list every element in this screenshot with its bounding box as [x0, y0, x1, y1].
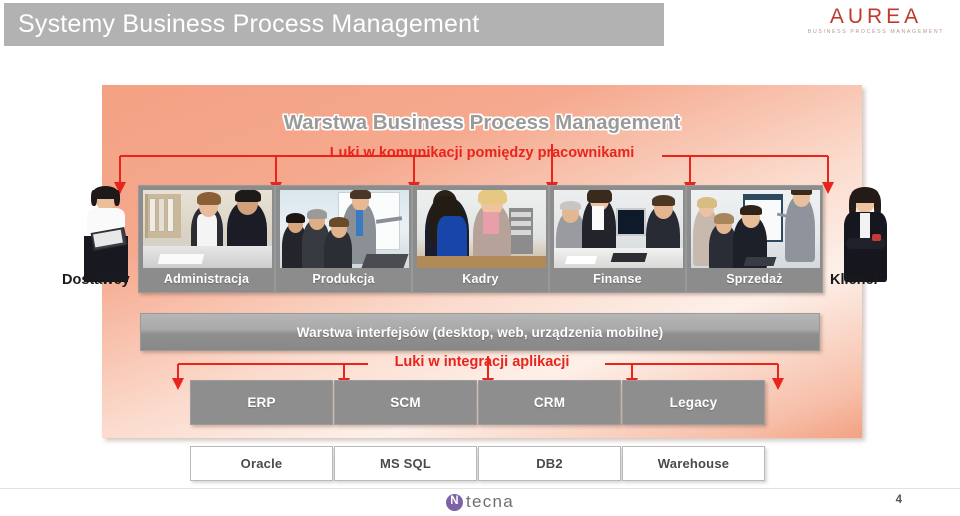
gap-integration-text: Luki w integracji aplikacji — [394, 354, 570, 370]
page-title: Systemy Business Process Management — [18, 10, 480, 38]
department-label: Sprzedaż — [726, 272, 783, 286]
page-number: 4 — [895, 494, 902, 506]
department-card-kadry[interactable]: Kadry — [412, 185, 549, 293]
database-box-warehouse[interactable]: Warehouse — [622, 446, 765, 481]
slide-title-bar: Systemy Business Process Management — [4, 3, 664, 46]
tecna-logo-text: tecna — [465, 492, 515, 511]
application-label: CRM — [533, 395, 566, 410]
gap-communication-text: Luki w komunikacji pomiędzy pracownikami — [323, 145, 641, 161]
database-label: Warehouse — [657, 456, 730, 471]
department-label: Administracja — [163, 272, 250, 286]
gap-communication-label: Luki w komunikacji pomiędzy pracownikami — [102, 145, 862, 161]
database-label: DB2 — [536, 456, 563, 471]
application-box-legacy[interactable]: Legacy — [622, 380, 765, 425]
aurea-logo-wordmark: AUREA — [829, 5, 923, 28]
application-label: SCM — [390, 395, 421, 410]
department-label: Finanse — [593, 272, 642, 286]
gap-integration-label: Luki w integracji aplikacji — [102, 354, 862, 370]
department-card-administracja[interactable]: Administracja — [138, 185, 275, 293]
interface-layer-bar[interactable]: Warstwa interfejsów (desktop, web, urząd… — [140, 313, 820, 351]
department-card-finanse[interactable]: Finanse — [549, 185, 686, 293]
application-box-crm[interactable]: CRM — [478, 380, 621, 425]
database-label: Oracle — [240, 456, 283, 471]
department-label: Kadry — [462, 272, 499, 286]
department-photo-kadry — [417, 190, 546, 268]
application-label: ERP — [247, 395, 276, 410]
database-box-mssql[interactable]: MS SQL — [334, 446, 477, 481]
department-card-produkcja[interactable]: Produkcja — [275, 185, 412, 293]
department-photo-finanse — [554, 190, 683, 268]
aurea-logo-tagline: BUSINESS PROCESS MANAGEMENT — [807, 29, 945, 35]
client-label: Klienci — [830, 272, 878, 288]
client-person-figure — [834, 186, 896, 284]
database-label: MS SQL — [379, 456, 432, 471]
application-box-erp[interactable]: ERP — [190, 380, 333, 425]
department-card-sprzedaz[interactable]: Sprzedaż — [686, 185, 823, 293]
department-photo-administracja — [143, 190, 272, 268]
department-photo-produkcja — [280, 190, 409, 268]
department-photo-sprzedaz — [691, 190, 820, 268]
tecna-logo: N tecna — [0, 492, 960, 512]
aurea-logo: AUREA BUSINESS PROCESS MANAGEMENT — [806, 6, 946, 35]
supplier-label: Dostawcy — [62, 272, 130, 288]
application-label: Legacy — [669, 395, 718, 410]
department-card-row: Administracja Produkcja Kadry Finanse Sp… — [138, 185, 823, 293]
bpm-layer-heading: Warstwa Business Process Management — [283, 111, 681, 134]
interface-layer-label: Warstwa interfejsów (desktop, web, urząd… — [296, 324, 664, 340]
database-box-oracle[interactable]: Oracle — [190, 446, 333, 481]
database-box-db2[interactable]: DB2 — [478, 446, 621, 481]
footer-divider — [0, 488, 960, 489]
application-box-scm[interactable]: SCM — [334, 380, 477, 425]
slide-canvas: Systemy Business Process Management AURE… — [0, 0, 960, 516]
department-label: Produkcja — [312, 272, 375, 286]
supplier-person-figure — [74, 186, 136, 284]
tecna-logo-mark: N — [445, 493, 463, 511]
